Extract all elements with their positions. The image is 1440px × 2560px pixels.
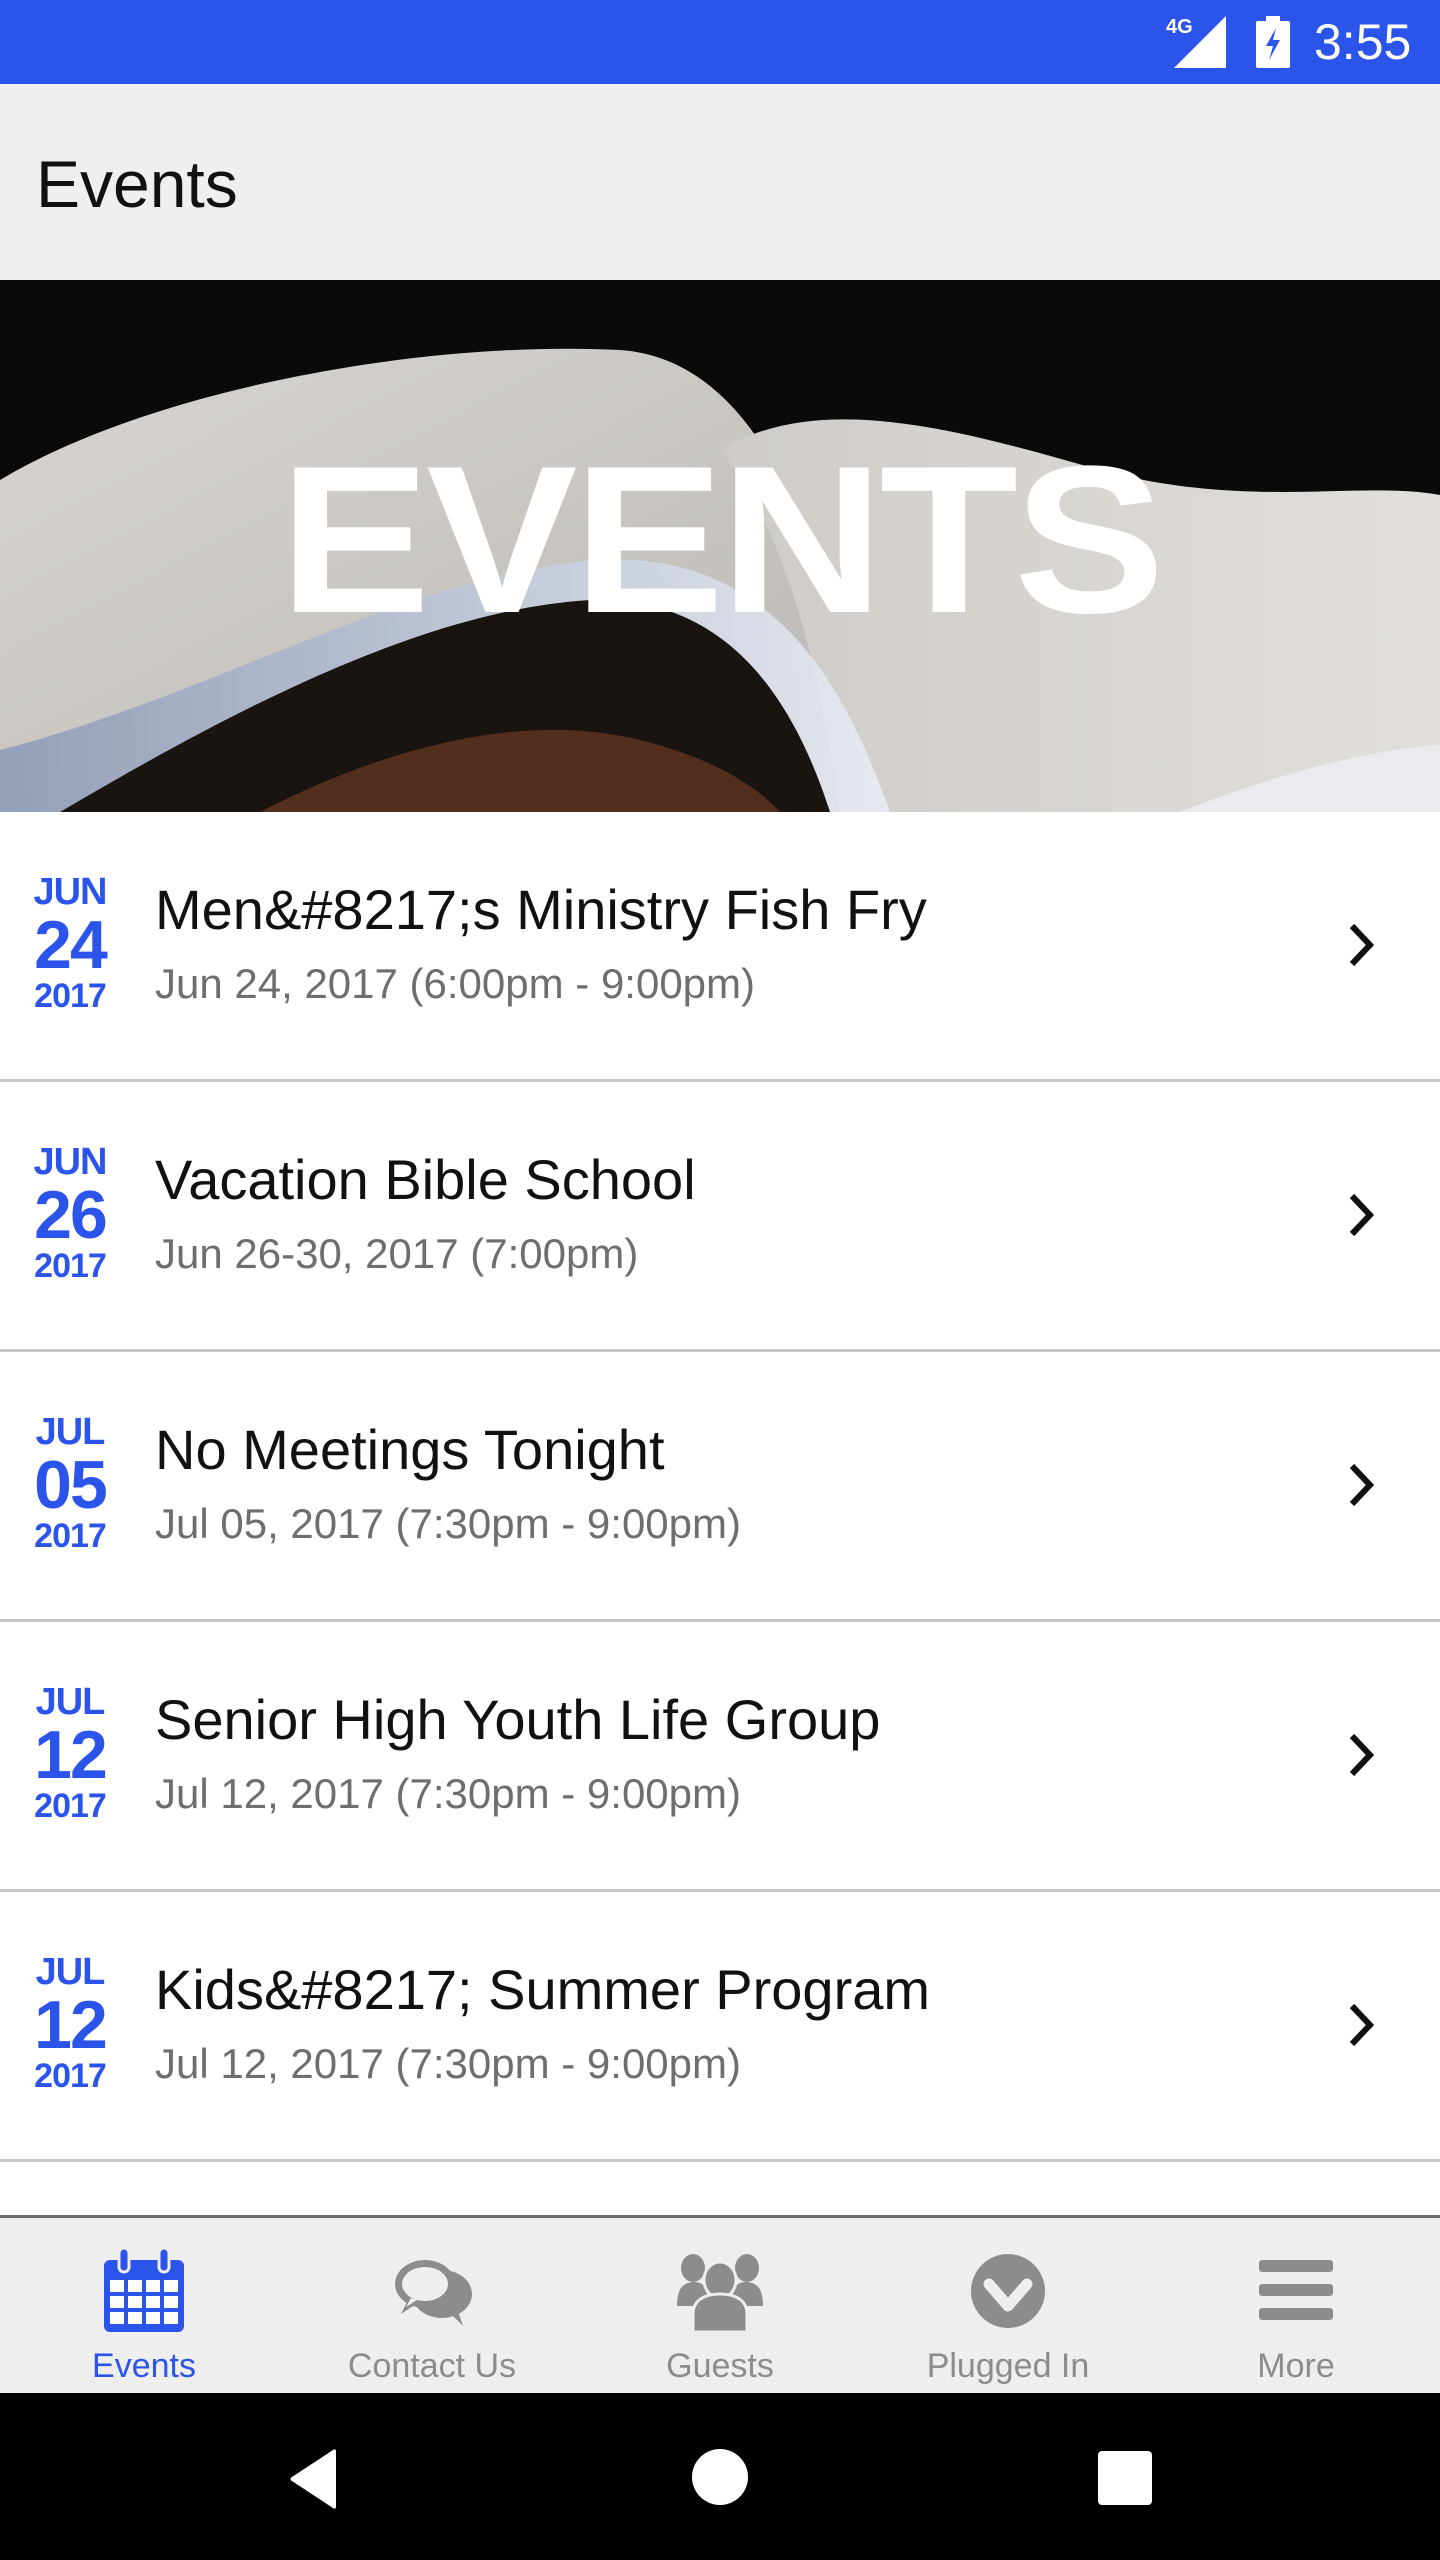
app-bar: Events [0, 84, 1440, 280]
event-datetime: Jul 12, 2017 (7:30pm - 9:00pm) [155, 2040, 741, 2087]
tab-label: Guests [666, 2347, 774, 2385]
chevron-right-icon [1349, 1193, 1375, 1237]
event-datetime: Jun 26-30, 2017 (7:00pm) [155, 1230, 639, 1277]
event-month: JUL [35, 1951, 106, 1993]
chevron-circle-down-icon [971, 2254, 1045, 2328]
tab-plugged-in[interactable]: Plugged In [864, 2218, 1152, 2393]
hamburger-menu-icon [1259, 2260, 1333, 2320]
event-list-item[interactable]: JUN 26 2017 Vacation Bible School Jun 26… [0, 1082, 1440, 1352]
event-month: JUN [33, 1141, 107, 1183]
event-datetime: Jun 24, 2017 (6:00pm - 9:00pm) [155, 960, 756, 1007]
event-datetime: Jul 12, 2017 (7:30pm - 9:00pm) [155, 1770, 741, 1817]
signal-icon [1174, 16, 1226, 68]
event-year: 2017 [34, 1247, 107, 1285]
bottom-navigation: Events Contact Us Guests Plugged In More [0, 2215, 1440, 2393]
event-title: Kids&#8217; Summer Program [155, 1958, 931, 2021]
event-month: JUN [33, 871, 107, 913]
event-day: 05 [34, 1447, 108, 1523]
event-year: 2017 [34, 977, 107, 1015]
event-list-item[interactable]: JUN 24 2017 Men&#8217;s Ministry Fish Fr… [0, 812, 1440, 1082]
tab-events[interactable]: Events [0, 2218, 288, 2393]
people-group-icon [677, 2254, 763, 2334]
event-day: 12 [34, 1987, 108, 2063]
event-title: Men&#8217;s Ministry Fish Fry [155, 878, 927, 941]
status-bar: 4G 3:55 [0, 0, 1440, 84]
event-year: 2017 [34, 1787, 107, 1825]
tab-label: Events [92, 2347, 196, 2385]
chevron-right-icon [1349, 1733, 1375, 1777]
event-list-item[interactable]: JUL 12 2017 Kids&#8217; Summer Program J… [0, 1892, 1440, 2162]
event-day: 26 [34, 1177, 108, 1253]
banner-title: EVENTS [279, 422, 1165, 657]
recents-icon[interactable] [1098, 2451, 1152, 2505]
chevron-right-icon [1349, 1463, 1375, 1507]
event-day: 24 [34, 907, 108, 983]
event-datetime: Jul 05, 2017 (7:30pm - 9:00pm) [155, 1500, 741, 1547]
tab-contact-us[interactable]: Contact Us [288, 2218, 576, 2393]
event-year: 2017 [34, 1517, 107, 1555]
event-year: 2017 [34, 2057, 107, 2095]
event-date-badge: JUL 05 2017 [20, 1412, 120, 1554]
calendar-icon [104, 2246, 184, 2332]
event-date-badge: JUN 26 2017 [20, 1142, 120, 1284]
event-date-badge: JUL 12 2017 [20, 1682, 120, 1824]
chevron-right-icon [1349, 923, 1375, 967]
event-title: No Meetings Tonight [155, 1418, 665, 1481]
event-date-badge: JUL 12 2017 [20, 1952, 120, 2094]
event-list: JUN 24 2017 Men&#8217;s Ministry Fish Fr… [0, 812, 1440, 2162]
page-title: Events [36, 147, 238, 221]
event-month: JUL [35, 1681, 106, 1723]
event-title: Senior High Youth Life Group [155, 1688, 881, 1751]
tab-more[interactable]: More [1152, 2218, 1440, 2393]
home-icon[interactable] [692, 2449, 748, 2505]
event-day: 12 [34, 1717, 108, 1793]
event-date-badge: JUN 24 2017 [20, 872, 120, 1014]
tab-guests[interactable]: Guests [576, 2218, 864, 2393]
status-clock: 3:55 [1314, 14, 1412, 70]
tab-label: More [1257, 2347, 1335, 2385]
chevron-right-icon [1349, 2003, 1375, 2047]
event-title: Vacation Bible School [155, 1148, 696, 1211]
tab-label: Contact Us [347, 2347, 517, 2385]
event-month: JUL [35, 1411, 106, 1453]
chat-bubbles-icon [395, 2260, 472, 2326]
events-banner: EVENTS [0, 280, 1440, 812]
back-icon[interactable] [288, 2449, 342, 2509]
tab-label: Plugged In [926, 2347, 1090, 2385]
event-list-item[interactable]: JUL 05 2017 No Meetings Tonight Jul 05, … [0, 1352, 1440, 1622]
system-navigation-bar [0, 2393, 1440, 2560]
battery-charging-icon [1256, 16, 1290, 68]
event-list-item[interactable]: JUL 12 2017 Senior High Youth Life Group… [0, 1622, 1440, 1892]
